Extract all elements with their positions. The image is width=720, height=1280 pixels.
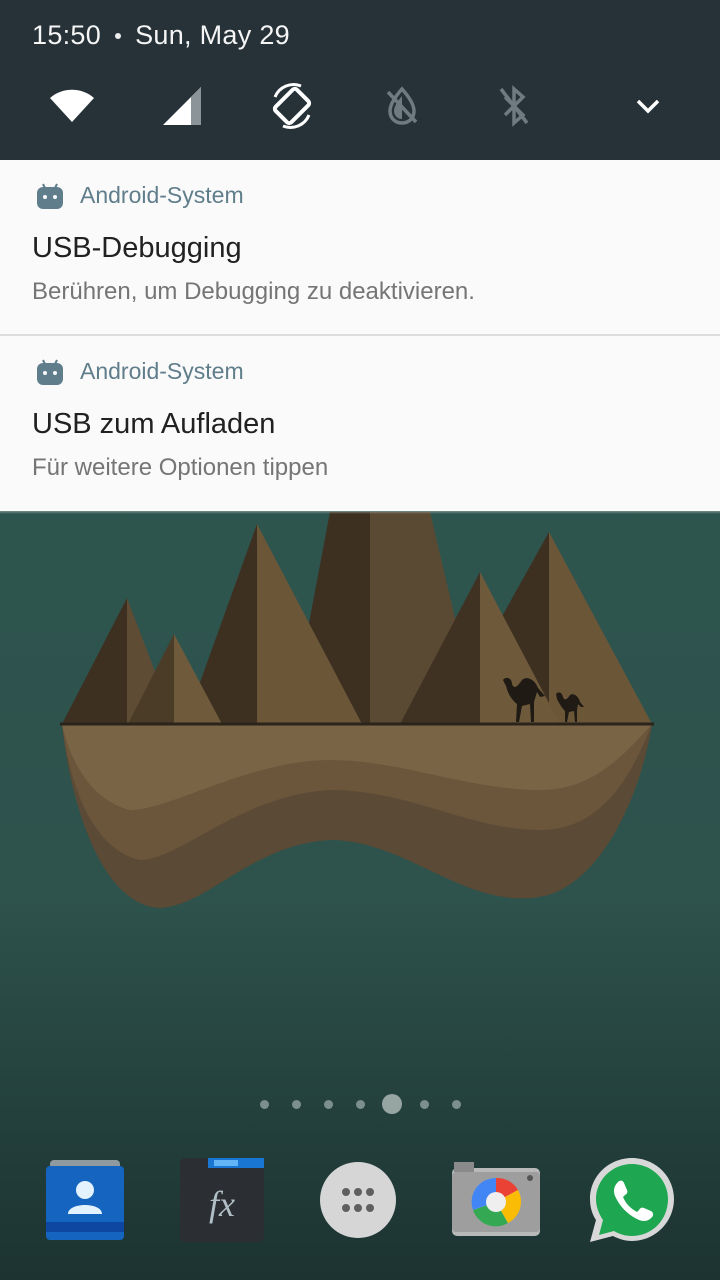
clock: 15:50 [32,20,102,50]
wifi-icon[interactable] [42,76,102,136]
notification-app-header: Android-System [36,358,244,385]
notification-app-name: Android-System [80,182,244,208]
notification-title: USB zum Aufladen [32,408,276,440]
contacts-icon[interactable] [36,1152,132,1248]
home-page-indicator [0,1094,720,1116]
camera-icon[interactable] [448,1152,544,1248]
page-dot [420,1100,429,1109]
page-dot [260,1100,269,1109]
cellular-signal-icon[interactable] [152,76,212,136]
svg-text:fx: fx [209,1184,235,1224]
page-dot [452,1100,461,1109]
page-dot [292,1100,301,1109]
bluetooth-off-icon[interactable] [484,76,544,136]
whatsapp-icon[interactable] [584,1152,680,1248]
android-icon [37,183,63,209]
notification-shadow [0,511,720,514]
notification-title: USB-Debugging [32,232,242,264]
notification-usb-debugging[interactable]: Android-System USB-Debugging Berühren, u… [0,160,720,335]
invert-colors-off-icon[interactable] [372,76,432,136]
notification-app-header: Android-System [36,182,244,209]
separator-dot [115,32,122,39]
notification-app-name: Android-System [80,358,244,384]
android-icon [37,359,63,385]
page-dot [324,1100,333,1109]
status-date-time: 15:50 Sun, May 29 [32,20,290,51]
notification-text: Für weitere Optionen tippen [32,454,329,481]
notification-usb-charging[interactable]: Android-System USB zum Aufladen Für weit… [0,336,720,511]
page-dot [356,1100,365,1109]
page-dot-active [382,1094,402,1114]
quick-settings-row [0,76,720,136]
fx-file-explorer-icon[interactable]: fx [174,1152,270,1248]
auto-rotate-icon[interactable] [262,76,322,136]
app-drawer-icon[interactable] [310,1152,406,1248]
expand-chevron-icon[interactable] [618,76,678,136]
notification-text: Berühren, um Debugging zu deaktivieren. [32,278,475,305]
quick-settings-header: 15:50 Sun, May 29 [0,0,720,160]
date: Sun, May 29 [135,20,290,50]
